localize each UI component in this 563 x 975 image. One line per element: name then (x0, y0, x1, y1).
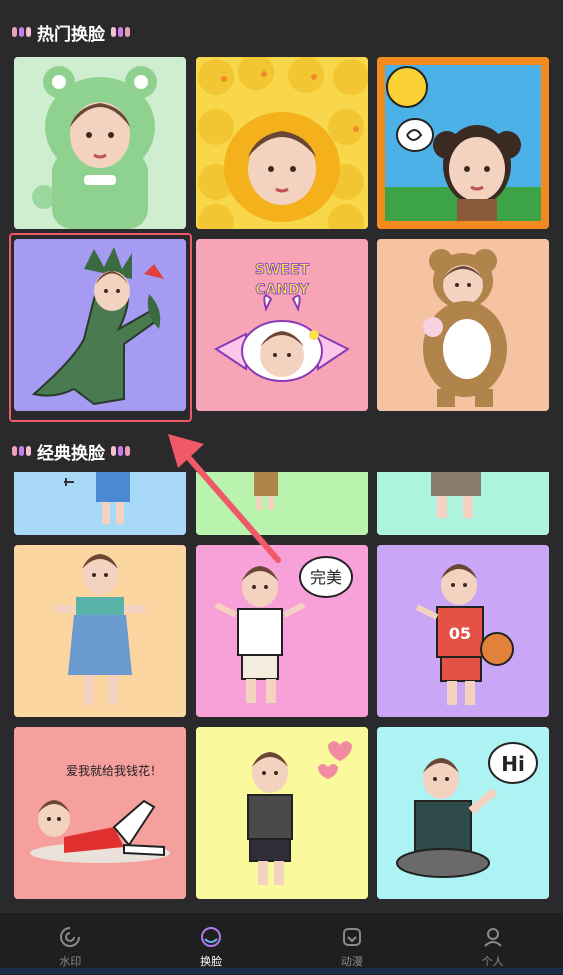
hot-card-dinosaur[interactable] (14, 239, 186, 411)
hot-card-duck[interactable] (196, 57, 368, 229)
hi-speech-text: Hi (501, 752, 525, 776)
nav-item-face-swap[interactable]: 换脸 (171, 913, 251, 971)
classic-card-hi-girl[interactable]: Hi (377, 727, 549, 899)
hot-card-sweet-candy[interactable]: SWEET CANDY (196, 239, 368, 411)
anime-icon (342, 928, 361, 946)
nav-label: 个人 (481, 955, 504, 968)
profile-icon (483, 928, 502, 947)
classic-card-2[interactable] (196, 472, 368, 535)
watermark-icon (60, 927, 81, 947)
classic-section-title: 经典换脸 (12, 439, 130, 464)
perfect-speech-text: 完美 (310, 568, 342, 587)
hot-title-text: 热门换脸 (37, 24, 105, 45)
candy-sweet-text: SWEET (255, 262, 310, 278)
hot-section-title: 热门换脸 (12, 20, 130, 45)
title-decoration-left (12, 446, 31, 456)
hot-card-bear-cartoon[interactable] (377, 57, 549, 229)
hot-card-frog[interactable] (14, 57, 186, 229)
classic-card-overalls-girl[interactable] (14, 545, 186, 717)
classic-card-1[interactable] (14, 472, 186, 535)
bottom-bar (0, 968, 563, 974)
nav-label: 换脸 (200, 955, 223, 968)
nav-item-anime[interactable]: 动漫 (312, 913, 392, 971)
face-swap-icon (201, 927, 222, 947)
nav-label: 水印 (59, 955, 82, 968)
classic-card-3[interactable] (377, 472, 549, 535)
classic-card-basketball-girl[interactable]: 05 (377, 545, 549, 717)
title-decoration-right (111, 27, 130, 37)
classic-card-perfect-girl[interactable]: 完美 (196, 545, 368, 717)
candy-candy-text: CANDY (255, 282, 309, 298)
title-decoration-left (12, 27, 31, 37)
lying-girl-caption: 爱我就给我钱花！ (66, 763, 162, 778)
nav-item-profile[interactable]: 个人 (453, 913, 533, 971)
bottom-nav: 水印 换脸 动漫 个人 (0, 912, 563, 975)
hot-card-teddy-bear[interactable] (377, 239, 549, 411)
nav-item-watermark[interactable]: 水印 (30, 913, 110, 971)
classic-card-uniform-girl[interactable] (196, 727, 368, 899)
classic-title-text: 经典换脸 (37, 443, 105, 464)
title-decoration-right (111, 446, 130, 456)
nav-label: 动漫 (340, 955, 363, 968)
jersey-number-text: 05 (449, 624, 471, 643)
classic-card-lying-girl[interactable]: 爱我就给我钱花！ (14, 727, 186, 899)
